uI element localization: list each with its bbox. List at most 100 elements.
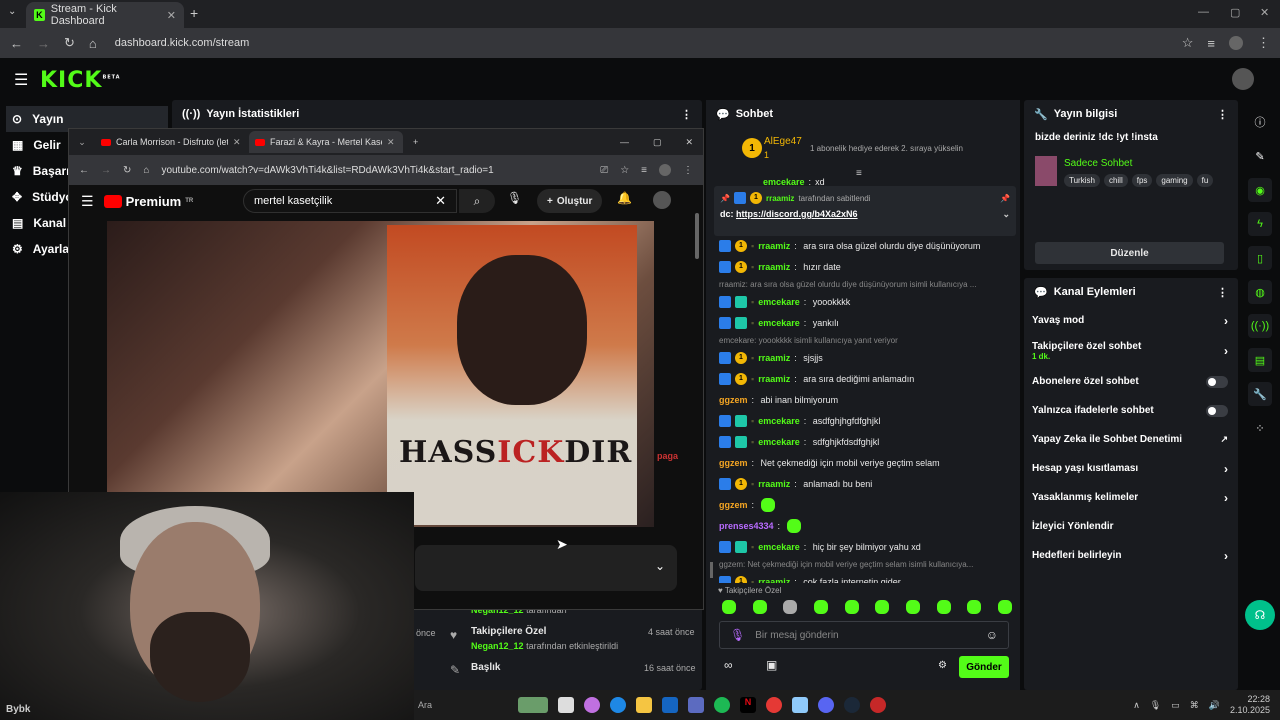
camera-icon[interactable]: ◉ — [1248, 178, 1272, 202]
document-icon[interactable]: ▯ — [1248, 246, 1272, 270]
edit-button[interactable]: Düzenle — [1035, 242, 1224, 264]
emote-icon[interactable] — [905, 600, 920, 614]
chat-username[interactable]: emcekare — [758, 437, 800, 447]
edge-icon[interactable] — [610, 697, 626, 713]
minimize-icon[interactable]: — — [1198, 6, 1209, 18]
channel-action-item[interactable]: Hesap yaşı kısıtlaması › — [1024, 454, 1238, 483]
emote-icon[interactable] — [997, 600, 1012, 614]
display-icon[interactable]: ▭ — [1171, 700, 1180, 711]
channel-action-item[interactable]: Takipçilere özel sohbet 1 dk. › — [1024, 335, 1238, 367]
emote-icon[interactable] — [844, 600, 859, 614]
pinned-by-user[interactable]: rraamiz — [766, 194, 794, 203]
forward-icon[interactable]: → — [37, 36, 50, 51]
video-player[interactable]: HASSICKDIR — [107, 221, 654, 527]
chat-username[interactable]: emcekare — [758, 416, 800, 426]
yt-url[interactable]: youtube.com/watch?v=dAWk3VhTi4k&list=RDd… — [161, 165, 588, 176]
chat-username[interactable]: prenses4334 — [719, 521, 774, 531]
cast-icon[interactable]: ⎚ — [600, 165, 608, 176]
taskbar-widget-icon[interactable] — [518, 697, 548, 713]
tag[interactable]: chill — [1103, 174, 1128, 187]
new-tab-icon[interactable]: + — [190, 5, 198, 21]
kick-logo[interactable]: KICKBETA — [40, 68, 121, 93]
taskbar-search[interactable]: Ara — [418, 700, 508, 710]
toggle-switch[interactable] — [1206, 375, 1228, 388]
bookmark-star-icon[interactable]: ☆ — [620, 165, 629, 176]
scrollbar[interactable] — [695, 213, 699, 259]
top-gifter-name[interactable]: AlEge47 — [764, 136, 802, 147]
yt-tab-1[interactable]: Carla Morrison - Disfruto (letra) ✕ — [95, 131, 249, 153]
tag[interactable]: gaming — [1156, 174, 1193, 187]
more-icon[interactable]: ⋮ — [1217, 286, 1228, 299]
channel-action-item[interactable]: Yavaş mod › — [1024, 306, 1238, 335]
apps-icon[interactable]: ⁘ — [1248, 416, 1272, 440]
youtube-logo[interactable]: Premium TR — [103, 194, 193, 209]
tray-chevron-icon[interactable]: ∧ — [1133, 700, 1140, 711]
close-tab-icon[interactable]: ✕ — [233, 137, 241, 148]
bookmark-star-icon[interactable]: ☆ — [1182, 35, 1194, 51]
reading-list-icon[interactable]: ≡ — [1207, 36, 1215, 51]
emote-icon[interactable] — [752, 600, 767, 614]
hamburger-icon[interactable]: ☰ — [14, 70, 28, 90]
avatar[interactable] — [653, 191, 671, 209]
chrome-icon[interactable] — [766, 697, 782, 713]
yt-search-input[interactable]: mertel kasetçilik ✕ — [243, 189, 457, 213]
menu-dots-icon[interactable]: ⋮ — [683, 165, 693, 176]
tab-search-icon[interactable]: ⌄ — [8, 6, 16, 17]
back-icon[interactable]: ← — [10, 36, 23, 51]
outlook-icon[interactable] — [662, 697, 678, 713]
chat-username[interactable]: emcekare — [758, 542, 800, 552]
discord-icon[interactable] — [818, 697, 834, 713]
wrench-icon[interactable]: 🔧 — [1248, 382, 1272, 406]
emoji-icon[interactable]: ☺ — [986, 628, 998, 642]
playlist-panel[interactable]: ⌄ — [415, 545, 677, 591]
netflix-icon[interactable]: N — [740, 697, 756, 713]
chat-username[interactable]: ggzem — [719, 500, 748, 510]
clear-icon[interactable]: ✕ — [435, 193, 446, 209]
profile-avatar[interactable] — [659, 164, 671, 176]
network-icon[interactable]: ⌘ — [1190, 700, 1199, 711]
maximize-icon[interactable]: ▢ — [653, 137, 662, 148]
reload-icon[interactable]: ↻ — [64, 35, 75, 51]
obs-icon[interactable] — [870, 697, 886, 713]
user-avatar[interactable] — [1232, 68, 1254, 90]
emote-icon[interactable] — [813, 600, 828, 614]
send-button[interactable]: Gönder — [959, 656, 1009, 678]
tag[interactable]: fu — [1196, 174, 1214, 187]
emote-icon[interactable] — [936, 600, 951, 614]
yt-tab-2[interactable]: Farazi & Kayra - Mertel Kasetçilik✕ — [249, 131, 403, 153]
chat-username[interactable]: rraamiz — [758, 353, 790, 363]
gear-icon[interactable]: ⚙ — [938, 660, 947, 671]
close-tab-icon[interactable]: ✕ — [387, 137, 395, 148]
chat-username[interactable]: rraamiz — [758, 262, 790, 272]
reading-list-icon[interactable]: ≡ — [641, 165, 647, 176]
chat-username[interactable]: rraamiz — [758, 479, 790, 489]
chat-username[interactable]: rraamiz — [758, 241, 790, 251]
chat-username[interactable]: emcekare — [758, 297, 800, 307]
home-icon[interactable]: ⌂ — [89, 36, 97, 51]
channel-action-item[interactable]: İzleyici Yönlendir — [1024, 512, 1238, 541]
menu-dots-icon[interactable]: ⋮ — [1257, 35, 1270, 51]
chat-username[interactable]: ggzem — [719, 395, 748, 405]
copilot-icon[interactable] — [584, 697, 600, 713]
close-window-icon[interactable]: ✕ — [1260, 6, 1269, 19]
pinned-link[interactable]: https://discord.gg/b4Xa2xN6 — [736, 209, 858, 220]
search-icon[interactable]: ⌕ — [459, 189, 495, 213]
spotify-icon[interactable] — [714, 697, 730, 713]
emote-icon[interactable] — [875, 600, 890, 614]
app-icon[interactable] — [792, 697, 808, 713]
new-tab-icon[interactable]: + — [413, 137, 418, 147]
broadcast-icon[interactable]: ((·)) — [1248, 314, 1272, 338]
emote-icon[interactable] — [722, 600, 736, 614]
url-field[interactable]: dashboard.kick.com/stream — [111, 32, 1168, 54]
taskbar-clock[interactable]: 22:28 2.10.2025 — [1230, 694, 1270, 716]
profile-avatar[interactable] — [1229, 36, 1243, 50]
info-icon[interactable]: ⓘ — [1248, 110, 1272, 134]
channel-action-item[interactable]: Abonelere özel sohbet — [1024, 367, 1238, 396]
task-view-icon[interactable] — [558, 697, 574, 713]
channel-action-item[interactable]: Yapay Zeka ile Sohbet Denetimi ↗ — [1024, 425, 1238, 454]
browser-tab[interactable]: K Stream - Kick Dashboard ✕ — [26, 2, 184, 28]
toggle-switch[interactable] — [1206, 404, 1228, 417]
layout-icon[interactable]: ▤ — [1248, 348, 1272, 372]
scrollbar[interactable] — [710, 562, 713, 578]
volume-icon[interactable]: 🔊 — [1209, 700, 1220, 711]
